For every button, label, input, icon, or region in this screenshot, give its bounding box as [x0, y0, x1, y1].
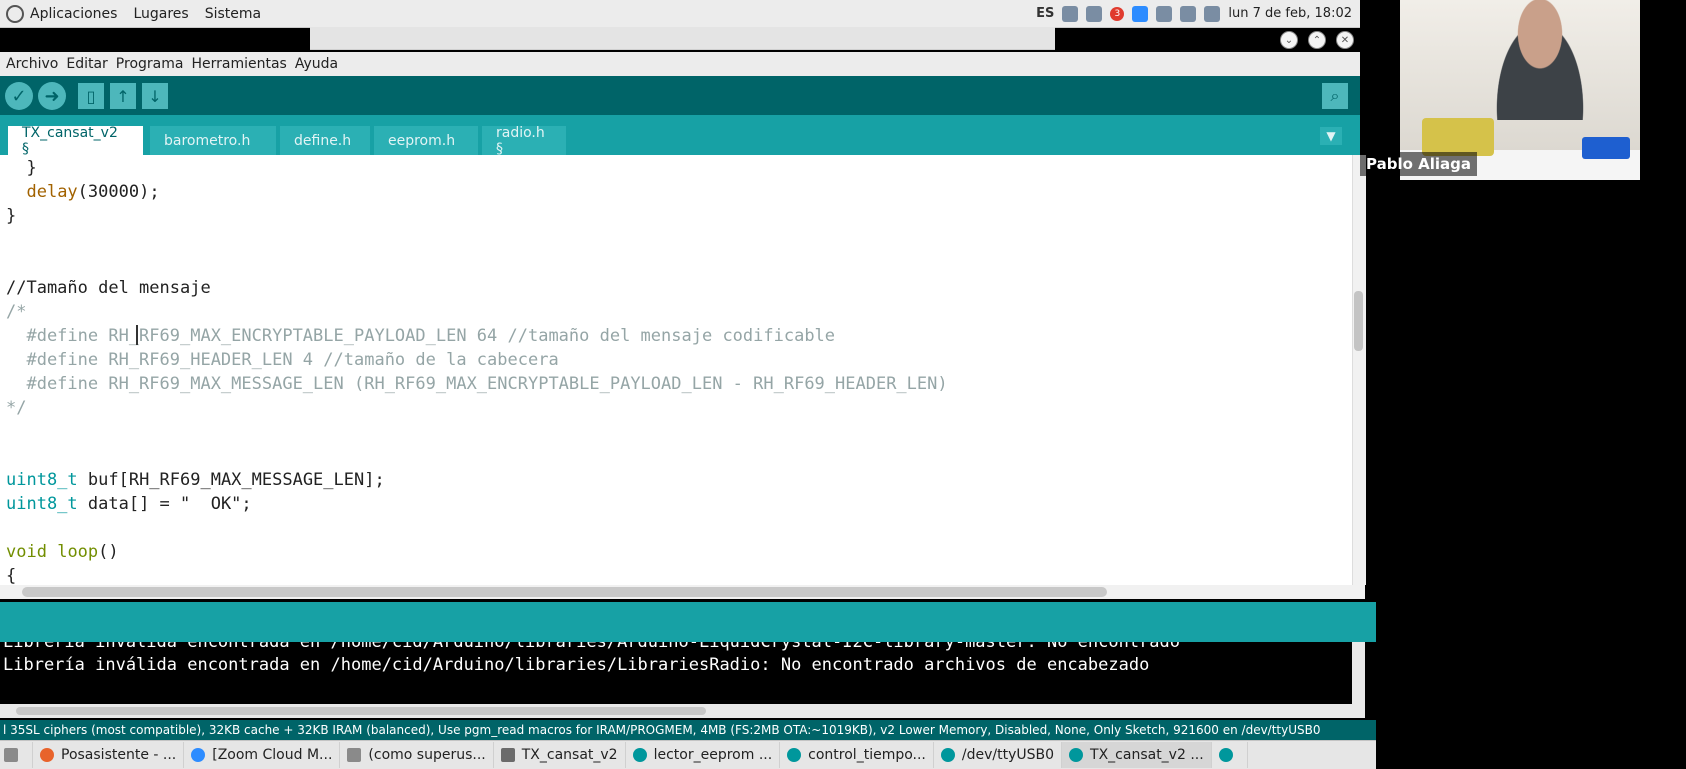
- arduino-icon: [787, 748, 802, 762]
- microphone-icon[interactable]: [1062, 5, 1079, 22]
- console-vertical-scrollbar[interactable]: [1352, 642, 1365, 704]
- sketch-tabs: TX_cansat_v2 § barometro.h define.h eepr…: [0, 115, 1360, 157]
- arduino-icon: [1069, 748, 1084, 762]
- code-line: {: [6, 566, 17, 585]
- taskbar-item[interactable]: [1212, 742, 1248, 768]
- arduino-menubar: Archivo Editar Programa Herramientas Ayu…: [0, 52, 1360, 76]
- system-tray: ES 3 lun 7 de feb, 18:02: [1036, 0, 1352, 27]
- board-status-bar: l 35SL ciphers (most compatible), 32KB c…: [0, 720, 1376, 740]
- console-header: [0, 602, 1376, 642]
- editor-vertical-scroll-thumb[interactable]: [1354, 291, 1363, 351]
- verify-check-icon[interactable]: ✓: [5, 82, 33, 110]
- editor-vertical-scrollbar[interactable]: [1352, 155, 1366, 585]
- code-comment: //Tamaño del mensaje: [6, 278, 211, 298]
- zoom-tray-icon[interactable]: [1132, 5, 1149, 22]
- code-comment: #define RH_RF69_HEADER_LEN 4 //tamaño de…: [6, 350, 559, 370]
- tab-define[interactable]: define.h: [280, 126, 370, 155]
- network-signal-icon[interactable]: [1180, 5, 1197, 22]
- window-app-icon: [4, 748, 18, 762]
- terminal-icon: [347, 748, 362, 762]
- editor-horizontal-scroll-thumb[interactable]: [22, 587, 1107, 597]
- tab-tx-cansat-v2[interactable]: TX_cansat_v2 §: [8, 125, 143, 157]
- tab-radio[interactable]: radio.h §: [482, 125, 566, 157]
- code-line: delay(30000);: [26, 182, 160, 202]
- code-comment: #define RH_RF69_MAX_ENCRYPTABLE_PAYLOAD_…: [6, 326, 836, 346]
- maximize-icon[interactable]: ⌃: [1308, 31, 1326, 49]
- taskbar-item[interactable]: TX_cansat_v2 ...: [1062, 742, 1212, 768]
- code-line: uint8_t data[] = " OK";: [6, 494, 252, 514]
- console-horizontal-scroll-thumb[interactable]: [16, 707, 706, 715]
- code-comment: */: [6, 398, 27, 418]
- video-robot-model: [1422, 118, 1494, 156]
- code-comment: /*: [6, 302, 27, 322]
- console-line: Librería inválida encontrada en /home/ci…: [3, 642, 1181, 652]
- background-window-toolbar: [310, 27, 1055, 50]
- taskbar-item[interactable]: [0, 742, 33, 768]
- code-line: }: [6, 158, 37, 178]
- folder-icon: [500, 748, 515, 762]
- console-output[interactable]: Librería inválida encontrada en /home/ci…: [0, 642, 1352, 704]
- code-editor[interactable]: } delay(30000); } //Tamaño del mensaje /…: [0, 155, 1352, 585]
- taskbar-item[interactable]: Posasistente - ...: [33, 742, 185, 768]
- taskbar-item[interactable]: [Zoom Cloud M...: [184, 742, 341, 768]
- top-panel: Aplicaciones Lugares Sistema ES 3 lun 7 …: [0, 0, 1360, 28]
- taskbar-item[interactable]: (como superus...: [340, 742, 494, 768]
- participant-name-label: Pablo Aliaga: [1360, 152, 1477, 176]
- notification-badge[interactable]: 3: [1110, 6, 1125, 21]
- keyboard-layout-indicator[interactable]: ES: [1036, 6, 1054, 21]
- volume-icon[interactable]: [1086, 5, 1103, 22]
- taskbar-item[interactable]: lector_eeprom ...: [626, 742, 781, 768]
- arduino-toolbar: ✓ ➜ ▯ ↑ ↓ ⌕: [0, 76, 1360, 115]
- minimize-icon[interactable]: ⌄: [1280, 31, 1298, 49]
- open-arrow-up-icon[interactable]: ↑: [110, 83, 136, 109]
- text-cursor-icon: [136, 325, 138, 345]
- menu-editar[interactable]: Editar: [66, 56, 107, 72]
- taskbar-item[interactable]: control_tiempo...: [780, 742, 934, 768]
- menu-aplicaciones[interactable]: Aplicaciones: [30, 6, 117, 22]
- code-line: }: [6, 206, 17, 226]
- code-line: uint8_t buf[RH_RF69_MAX_MESSAGE_LEN];: [6, 470, 385, 490]
- tab-eeprom[interactable]: eeprom.h: [374, 126, 478, 155]
- participant-video: [1485, 0, 1595, 120]
- save-arrow-down-icon[interactable]: ↓: [142, 83, 168, 109]
- menu-ayuda[interactable]: Ayuda: [295, 56, 338, 72]
- code-comment: #define RH_RF69_MAX_MESSAGE_LEN (RH_RF69…: [6, 374, 948, 394]
- clock[interactable]: lun 7 de feb, 18:02: [1228, 6, 1352, 21]
- arduino-icon: [1218, 748, 1233, 762]
- serial-monitor-magnifier-icon[interactable]: ⌕: [1322, 83, 1348, 109]
- gnome-foot-icon[interactable]: [6, 4, 24, 23]
- upload-arrow-icon[interactable]: ➜: [38, 82, 66, 110]
- taskbar: Posasistente - ... [Zoom Cloud M... (com…: [0, 740, 1376, 769]
- arduino-icon: [940, 748, 955, 762]
- console-line: Librería inválida encontrada en /home/ci…: [3, 655, 1150, 675]
- tab-menu-chevron-icon[interactable]: ▼: [1320, 127, 1342, 145]
- code-line: void loop(): [6, 542, 119, 562]
- clipboard-icon[interactable]: [1204, 5, 1221, 22]
- new-file-icon[interactable]: ▯: [78, 83, 104, 109]
- video-blue-box: [1582, 137, 1630, 159]
- menu-sistema[interactable]: Sistema: [205, 6, 261, 22]
- tab-barometro[interactable]: barometro.h: [150, 126, 276, 155]
- taskbar-item[interactable]: TX_cansat_v2: [494, 742, 626, 768]
- menu-programa[interactable]: Programa: [116, 56, 184, 72]
- menu-archivo[interactable]: Archivo: [6, 56, 58, 72]
- firefox-icon: [40, 748, 54, 762]
- window-controls: ⌄ ⌃ ✕: [1280, 31, 1354, 49]
- menu-lugares[interactable]: Lugares: [133, 6, 188, 22]
- screen-share-icon[interactable]: [1156, 5, 1173, 22]
- zoom-icon: [191, 748, 206, 762]
- close-icon[interactable]: ✕: [1336, 31, 1354, 49]
- menu-herramientas[interactable]: Herramientas: [191, 56, 286, 72]
- taskbar-item[interactable]: /dev/ttyUSB0: [934, 742, 1063, 768]
- arduino-icon: [632, 748, 647, 762]
